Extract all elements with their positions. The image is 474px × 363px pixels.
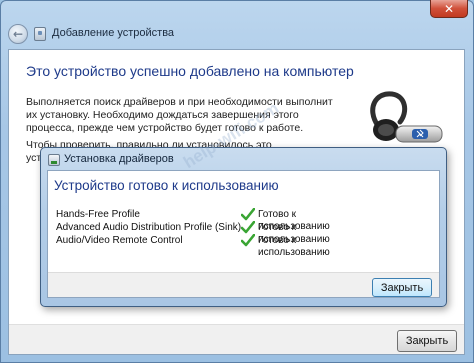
window-footer-close-button[interactable]: Закрыть <box>397 330 457 352</box>
driver-install-icon <box>48 154 60 166</box>
green-checkmark-icon <box>241 221 255 234</box>
profile-row: Hands-Free Profile Готово к использовани… <box>56 208 366 232</box>
profile-name: Advanced Audio Distribution Profile (Sin… <box>56 222 242 233</box>
back-arrow-icon[interactable]: ← <box>8 24 28 44</box>
profile-name: Audio/Video Remote Control <box>56 235 183 246</box>
profile-status: Готово к использованию <box>258 235 330 258</box>
profile-name: Hands-Free Profile <box>56 209 140 220</box>
window-title: Добавление устройства <box>52 27 175 39</box>
driver-dialog-close-button[interactable]: Закрыть <box>372 278 432 297</box>
driver-dialog-heading: Устройство готово к использованию <box>54 178 279 193</box>
driver-dialog-title: Установка драйверов <box>64 153 174 165</box>
green-checkmark-icon <box>241 208 255 221</box>
profile-row: Advanced Audio Distribution Profile (Sin… <box>56 221 366 245</box>
device-window-icon <box>34 27 46 41</box>
green-checkmark-icon <box>241 234 255 247</box>
window-close-button[interactable]: ✕ <box>430 0 468 18</box>
window-footer <box>9 324 464 354</box>
profile-row: Audio/Video Remote Control Готово к испо… <box>56 234 366 258</box>
